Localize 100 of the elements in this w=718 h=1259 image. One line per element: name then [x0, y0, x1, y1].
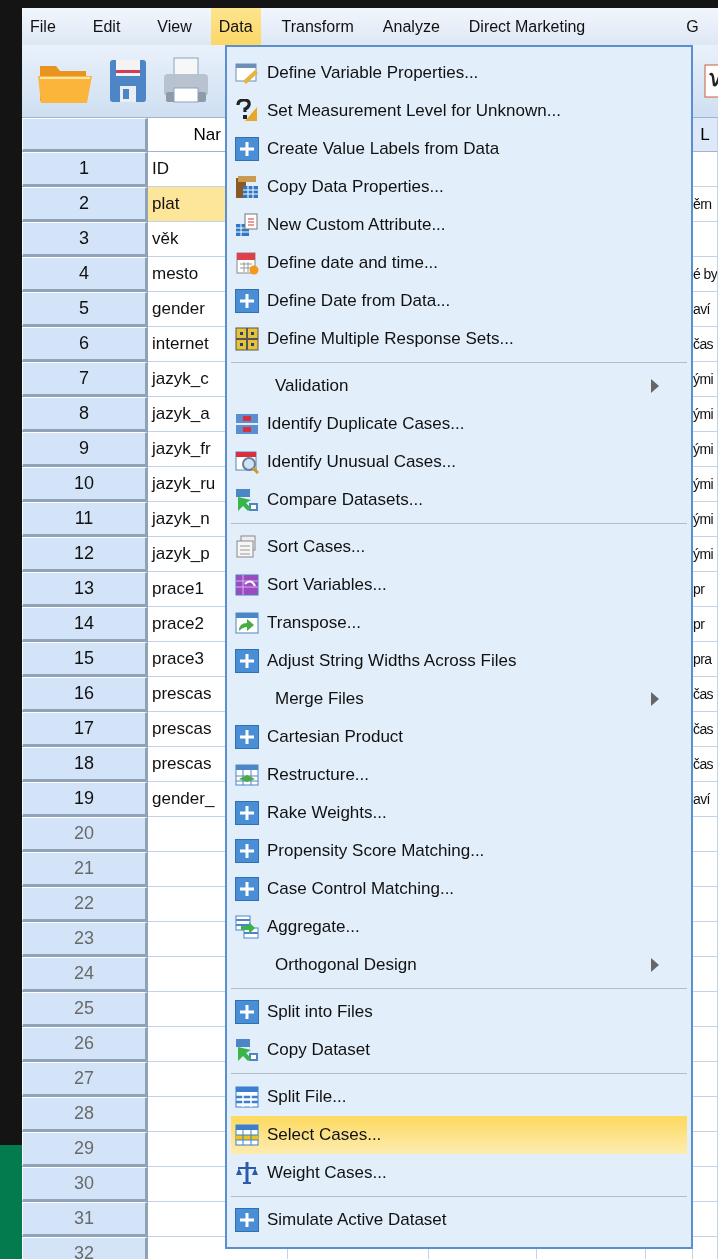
row-number[interactable]: 24: [22, 957, 148, 992]
row-number[interactable]: 11: [22, 502, 148, 537]
menu-bar-item[interactable]: G: [678, 8, 707, 45]
row-number[interactable]: 28: [22, 1097, 148, 1132]
table-icon: [235, 1123, 259, 1147]
menu-bar-item[interactable]: View: [149, 8, 200, 45]
table-cell: čas: [693, 712, 718, 747]
menu-bar-item[interactable]: Direct Marketing: [460, 8, 594, 45]
row-number[interactable]: 19: [22, 782, 148, 817]
table-cell: ými: [693, 362, 718, 397]
table-icon: [235, 573, 259, 597]
plus-icon: [235, 877, 259, 901]
row-number[interactable]: 20: [22, 817, 148, 852]
table-cell: pr: [693, 607, 718, 642]
table-cell: [693, 1167, 718, 1202]
plus-icon: [235, 1000, 259, 1024]
row-number[interactable]: 25: [22, 992, 148, 1027]
menu-bar-item[interactable]: Analyze: [374, 8, 448, 45]
menu-item[interactable]: Define Variable Properties...: [231, 54, 687, 92]
row-number[interactable]: 30: [22, 1167, 148, 1202]
plus-icon: [235, 839, 259, 863]
table-cell: [693, 887, 718, 922]
menu-bar-item[interactable]: File: [22, 8, 64, 45]
table-icon: [235, 1085, 259, 1109]
book-icon: [235, 175, 259, 199]
menu-item[interactable]: Select Cases...: [231, 1116, 687, 1154]
table-cell: pra: [693, 642, 718, 677]
plus-icon: [235, 725, 259, 749]
menu-item[interactable]: Copy Dataset: [231, 1031, 687, 1069]
table-arrow-icon: [235, 1038, 259, 1062]
table-arrow-icon: [235, 915, 259, 939]
magnifier-icon: [235, 450, 259, 474]
row-number[interactable]: 32: [22, 1237, 148, 1259]
row-number[interactable]: 23: [22, 922, 148, 957]
table-cell: čas: [693, 327, 718, 362]
table-cell: é by: [693, 257, 718, 292]
row-number[interactable]: 27: [22, 1062, 148, 1097]
document-icon: [235, 213, 259, 237]
row-number[interactable]: 1: [22, 152, 148, 187]
row-number[interactable]: 7: [22, 362, 148, 397]
menu-item[interactable]: Simulate Active Dataset: [231, 1201, 687, 1239]
row-number[interactable]: 12: [22, 537, 148, 572]
plus-icon: [235, 649, 259, 673]
plus-icon: [235, 801, 259, 825]
row-number[interactable]: 21: [22, 852, 148, 887]
row-number[interactable]: 2: [22, 187, 148, 222]
row-number[interactable]: 9: [22, 432, 148, 467]
scale-icon: [235, 1161, 259, 1185]
menu-item[interactable]: Split File...: [231, 1078, 687, 1116]
table-cell: [693, 1202, 718, 1237]
row-number[interactable]: 3: [22, 222, 148, 257]
row-number[interactable]: 5: [22, 292, 148, 327]
table-cell: [693, 922, 718, 957]
table-cell: [693, 852, 718, 887]
row-number[interactable]: 22: [22, 887, 148, 922]
corner-cell[interactable]: [22, 118, 148, 152]
row-number[interactable]: 4: [22, 257, 148, 292]
row-number[interactable]: 14: [22, 607, 148, 642]
table-cell: ými: [693, 502, 718, 537]
row-number[interactable]: 17: [22, 712, 148, 747]
row-number[interactable]: 15: [22, 642, 148, 677]
plus-icon: [235, 1208, 259, 1232]
row-number[interactable]: 16: [22, 677, 148, 712]
table-cell: ými: [693, 537, 718, 572]
table-cell: pr: [693, 572, 718, 607]
menu-item[interactable]: Orthogonal Design: [231, 946, 687, 984]
plus-icon: [235, 289, 259, 313]
grid-icon: [235, 327, 259, 351]
table-cell: [693, 1027, 718, 1062]
table-cell: ými: [693, 432, 718, 467]
table-cell: [693, 152, 718, 187]
table-cell: ými: [693, 467, 718, 502]
menu-bar-item[interactable]: Edit: [84, 8, 129, 45]
menu-item[interactable]: Propensity Score Matching...: [231, 832, 687, 870]
row-number[interactable]: 10: [22, 467, 148, 502]
printer-icon[interactable]: [162, 56, 210, 106]
menu-item[interactable]: Aggregate...: [231, 908, 687, 946]
table-cell: [693, 817, 718, 852]
table-cell: [693, 222, 718, 257]
row-number[interactable]: 8: [22, 397, 148, 432]
row-number[interactable]: 6: [22, 327, 148, 362]
menu-bar-item[interactable]: Transform: [273, 8, 362, 45]
table-arrow-icon: [235, 488, 259, 512]
menu-item[interactable]: Split into Files: [231, 993, 687, 1031]
row-number[interactable]: 13: [22, 572, 148, 607]
table-cell: aví: [693, 292, 718, 327]
table-cell: [693, 957, 718, 992]
table-cell: ými: [693, 397, 718, 432]
row-number[interactable]: 29: [22, 1132, 148, 1167]
row-number[interactable]: 26: [22, 1027, 148, 1062]
table-cell: ěrn: [693, 187, 718, 222]
column-header[interactable]: L: [693, 118, 718, 152]
table-cell: [693, 1097, 718, 1132]
menu-item[interactable]: Case Control Matching...: [231, 870, 687, 908]
table-cell: čas: [693, 747, 718, 782]
pencil-icon: [235, 61, 259, 85]
row-number[interactable]: 31: [22, 1202, 148, 1237]
row-number[interactable]: 18: [22, 747, 148, 782]
menu-bar-item[interactable]: Data: [210, 8, 261, 45]
menu-item[interactable]: Weight Cases...: [231, 1154, 687, 1192]
